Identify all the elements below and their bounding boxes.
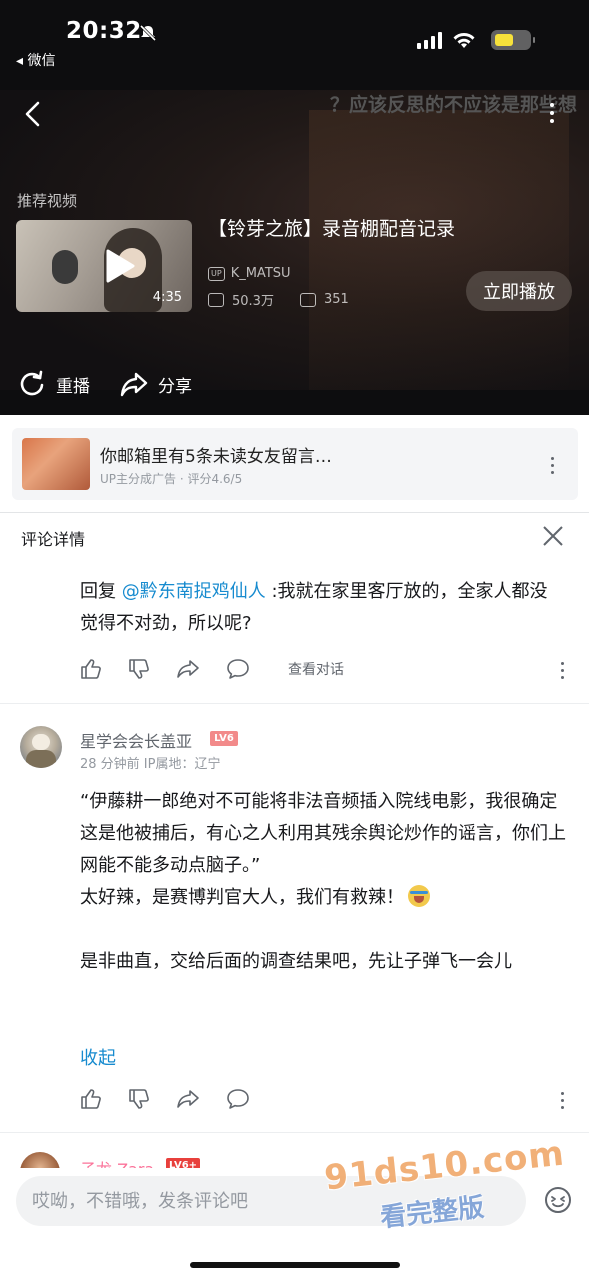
close-icon[interactable]	[541, 524, 565, 548]
recommended-video-title[interactable]: 【铃芽之旅】录音棚配音记录	[208, 214, 455, 241]
comment-body: “伊藤耕一郎绝对不可能将非法音频插入院线电影，我很确定这是他被捕后，有心之人利用…	[80, 786, 566, 978]
comment-divider	[0, 703, 589, 704]
back-to-wechat-link[interactable]: ◂ 微信	[16, 50, 55, 70]
comment-detail-title: 评论详情	[21, 530, 86, 549]
status-indicators	[417, 31, 476, 49]
comment-paragraph-2: 太好辣，是赛博判官大人，我们有救辣！	[80, 882, 566, 914]
comment-paragraph-2-text: 太好辣，是赛博判官大人，我们有救辣！	[80, 887, 404, 908]
reply-comment-icon[interactable]	[226, 658, 250, 680]
video-stats: 50.3万 351	[208, 290, 349, 309]
uploader-row[interactable]: UP K_MATSU	[208, 266, 291, 281]
user-name[interactable]: 星学会会长盖亚	[80, 728, 192, 752]
play-icon[interactable]	[104, 248, 136, 284]
recommend-label: 推荐视频	[17, 192, 78, 210]
mention-link[interactable]: @黔东南捉鸡仙人	[122, 581, 266, 602]
ad-more-icon[interactable]	[551, 457, 554, 474]
share-button[interactable]: 分享	[158, 372, 192, 397]
comment-count: 351	[323, 292, 349, 307]
comment-action-row	[80, 1088, 276, 1110]
replay-icon[interactable]	[18, 370, 46, 398]
ad-title[interactable]: 你邮箱里有5条未读女友留言…	[100, 442, 332, 467]
like-icon[interactable]	[80, 658, 102, 680]
ad-card[interactable]: 你邮箱里有5条未读女友留言… UP主分成广告 · 评分4.6/5	[12, 428, 578, 500]
wifi-icon	[453, 33, 475, 48]
share-icon[interactable]	[176, 1088, 200, 1110]
dislike-icon[interactable]	[128, 1088, 150, 1110]
replay-button[interactable]: 重播	[56, 372, 90, 397]
dislike-icon[interactable]	[128, 658, 150, 680]
reply-comment-icon[interactable]	[226, 1088, 250, 1110]
collapse-link[interactable]: 收起	[80, 1044, 116, 1070]
recommended-video-thumbnail[interactable]: 4:35	[16, 220, 192, 312]
battery-icon	[491, 30, 535, 50]
home-indicator	[190, 1262, 400, 1268]
share-icon[interactable]	[176, 658, 200, 680]
reply-more-icon[interactable]	[561, 662, 564, 679]
replay-share-row: 重播 分享	[18, 370, 192, 398]
reply-action-row: 查看对话	[80, 658, 344, 680]
comment-divider	[0, 1132, 589, 1133]
reply-text: 回复 @黔东南捉鸡仙人 :我就在家里客厅放的，全家人都没觉得不对劲，所以呢?	[80, 576, 560, 640]
view-count: 50.3万	[232, 294, 274, 309]
view-dialog-link[interactable]: 查看对话	[288, 659, 344, 679]
section-divider	[0, 512, 589, 513]
signal-icon	[417, 31, 442, 49]
danmaku-icon	[299, 292, 316, 307]
views-icon	[208, 292, 224, 307]
comment-paragraph-1: “伊藤耕一郎绝对不可能将非法音频插入院线电影，我很确定这是他被捕后，有心之人利用…	[80, 791, 566, 876]
video-player[interactable]: 20:32 ◂ 微信 ？应该反思的不应该是那些想 推荐视频 4:35 【铃芽之旅…	[0, 0, 589, 415]
emoji-icon[interactable]	[543, 1185, 573, 1215]
more-options-icon[interactable]	[550, 103, 554, 123]
comment-meta: 28 分钟前 IP属地：辽宁	[80, 757, 221, 772]
bell-off-icon	[139, 24, 157, 42]
share-icon[interactable]	[120, 371, 148, 397]
crying-emoji-icon	[408, 885, 430, 907]
status-time: 20:32	[66, 18, 142, 44]
comment-paragraph-3: 是非曲直，交给后面的调查结果吧，先让子弹飞一会儿	[80, 951, 512, 972]
ad-thumbnail[interactable]	[22, 438, 90, 490]
comment-input-bar	[0, 1168, 589, 1280]
avatar[interactable]	[20, 726, 62, 768]
level-badge: LV6	[210, 731, 238, 746]
reply-prefix: 回复	[80, 581, 122, 602]
up-badge-icon: UP	[208, 266, 225, 281]
video-frame-figure	[309, 110, 569, 390]
play-now-button[interactable]: 立即播放	[466, 271, 572, 311]
ad-subtitle: UP主分成广告 · 评分4.6/5	[100, 472, 243, 486]
video-duration: 4:35	[152, 290, 182, 305]
back-arrow-icon[interactable]	[22, 100, 42, 128]
like-icon[interactable]	[80, 1088, 102, 1110]
uploader-name: K_MATSU	[230, 266, 291, 281]
comment-more-icon[interactable]	[561, 1092, 564, 1109]
microphone-figure	[52, 250, 78, 284]
